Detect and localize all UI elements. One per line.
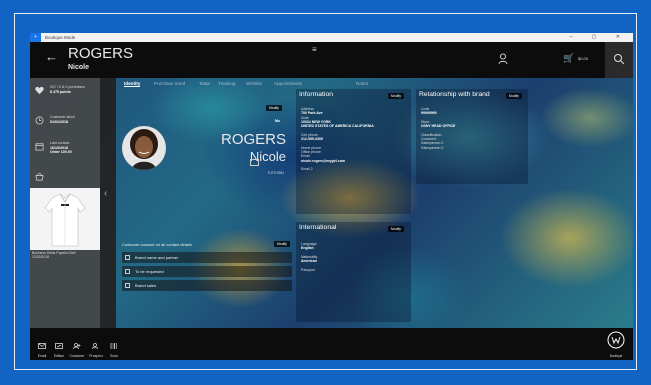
relationship-modify-button[interactable]: Modify bbox=[506, 93, 522, 99]
tab-appointments[interactable]: Appointments bbox=[274, 81, 302, 86]
tab-purchase-trend[interactable]: Purchase trend bbox=[154, 81, 185, 86]
cell-phone-value: 212-555-3355 bbox=[301, 137, 323, 142]
email-button[interactable]: Email bbox=[35, 336, 49, 358]
window-title: Boutique Mode bbox=[45, 35, 76, 40]
information-modify-button[interactable]: Modify bbox=[388, 93, 404, 99]
edition-button[interactable]: Edition bbox=[52, 336, 66, 358]
cart-amount: $0.00 bbox=[578, 56, 589, 61]
customer-summary-panel: VIC / 5 & 0 purchases $ 475 points Custom… bbox=[30, 78, 100, 328]
email-icon bbox=[38, 343, 46, 349]
international-panel: International Modify Language English Na… bbox=[296, 222, 411, 322]
language-value: English bbox=[301, 246, 314, 251]
address-line-4: UNITED STATES OF AMERICA CALIFORNIA bbox=[301, 124, 374, 129]
prospect-button[interactable]: Prospect bbox=[88, 336, 104, 358]
collapse-panel-button[interactable]: ‹ bbox=[100, 78, 116, 328]
loyalty-row: VIC / 5 & 0 purchases $ 475 points bbox=[30, 82, 100, 102]
store-value: USNY HEAD OFFICE bbox=[421, 124, 456, 129]
last-contact-row: Last contact 16/10/2018 Order 100.00 bbox=[30, 138, 100, 164]
title-badge: Ms bbox=[275, 119, 280, 123]
app-header: ← ROGERS Nicole ≡ 🛒 $0.00 bbox=[30, 42, 633, 78]
customer-id: TUTO7681 bbox=[267, 171, 284, 175]
tab-taste[interactable]: Taste bbox=[199, 81, 210, 86]
loyalty-points: $ 475 points bbox=[50, 89, 71, 94]
consent-item[interactable]: Brand sales bbox=[122, 280, 292, 291]
basket-icon bbox=[35, 173, 44, 181]
last-contact-date: 16/10/2018 bbox=[50, 145, 68, 150]
product-image[interactable] bbox=[30, 188, 100, 250]
last-contact-label: Last contact bbox=[50, 141, 70, 145]
prospect-icon bbox=[92, 343, 98, 350]
clock-icon bbox=[35, 116, 44, 125]
identity-card: Modify Ms ROGERS Nicole TUTO7681 bbox=[120, 103, 290, 213]
consent-item[interactable]: To be requested bbox=[122, 266, 292, 277]
customer-since-date: 01/01/2018 bbox=[50, 119, 68, 124]
code-value: 99999999 bbox=[421, 111, 437, 116]
identity-surname: ROGERS bbox=[220, 131, 286, 148]
brand-logo[interactable]: Boutique bbox=[605, 331, 627, 358]
consent-item[interactable]: Brand name and partner bbox=[122, 252, 292, 263]
customer-button[interactable]: Customer bbox=[69, 336, 85, 358]
chevron-left-icon: ‹ bbox=[104, 188, 108, 199]
email-value: nicole.rogers@mygirl.com bbox=[301, 158, 346, 163]
international-modify-button[interactable]: Modify bbox=[388, 226, 404, 232]
app-store-icon: + bbox=[30, 33, 41, 42]
relationship-title: Relationship with brand bbox=[419, 91, 490, 98]
last-order: Order 100.00 bbox=[50, 150, 72, 155]
header-surname: ROGERS bbox=[68, 45, 134, 62]
title-bar: + Boutique Mode – ▢ ✕ bbox=[30, 33, 633, 42]
card-icon[interactable] bbox=[250, 159, 259, 166]
main-content: VIC / 5 & 0 purchases $ 475 points Custom… bbox=[30, 78, 633, 328]
header-firstname: Nicole bbox=[68, 64, 90, 71]
information-title: Information bbox=[299, 91, 334, 98]
scan-icon bbox=[110, 343, 117, 349]
email2-label: Email 2 bbox=[301, 167, 313, 172]
window-controls[interactable]: – ▢ ✕ bbox=[570, 34, 629, 40]
identity-modify-button[interactable]: Modify bbox=[266, 105, 282, 111]
tab-identity[interactable]: Identity bbox=[124, 81, 141, 87]
tab-wishlist[interactable]: Wishlist bbox=[246, 81, 262, 86]
information-panel: Information Modify Address 700 Park Ave … bbox=[296, 89, 411, 214]
loyalty-status: VIC / 5 & 0 purchases bbox=[50, 85, 85, 89]
basket-row[interactable] bbox=[30, 168, 100, 188]
calendar-icon bbox=[35, 143, 44, 151]
menu-icon[interactable]: ≡ bbox=[312, 45, 317, 54]
back-arrow-icon[interactable]: ← bbox=[45, 49, 58, 64]
bottom-command-bar: Email Edition Customer Prospect Scan Bou… bbox=[30, 328, 633, 360]
product-date: 12/02/2018 bbox=[32, 255, 49, 260]
consent-title: Customer consent on all contact details bbox=[122, 242, 192, 247]
customer-icon bbox=[73, 343, 81, 350]
cart-icon[interactable]: 🛒 bbox=[563, 53, 574, 64]
consent-section: Customer consent on all contact details … bbox=[122, 241, 292, 296]
app-window: + Boutique Mode – ▢ ✕ ← ROGERS Nicole ≡ … bbox=[30, 33, 633, 360]
avatar bbox=[122, 126, 166, 170]
international-title: International bbox=[299, 224, 337, 231]
salesperson3-label: Salesperson 3 bbox=[421, 145, 444, 150]
consent-modify-button[interactable]: Modify bbox=[274, 241, 290, 247]
customer-since-label: Customer since bbox=[50, 115, 75, 119]
customer-since-row: Customer since 01/01/2018 bbox=[30, 112, 100, 132]
checkbox-icon bbox=[125, 255, 130, 260]
tab-tracking[interactable]: Tracking bbox=[218, 81, 235, 86]
scan-button[interactable]: Scan bbox=[107, 336, 121, 358]
relationship-panel: Relationship with brand Modify Code 9999… bbox=[416, 89, 528, 184]
nationality-value: American bbox=[301, 259, 317, 264]
search-button[interactable] bbox=[605, 42, 633, 78]
user-icon[interactable] bbox=[498, 52, 508, 65]
brand-label: Boutique bbox=[609, 354, 623, 358]
tab-notes[interactable]: Notes bbox=[356, 81, 368, 86]
edit-icon bbox=[55, 343, 63, 349]
checkbox-icon bbox=[125, 269, 130, 274]
search-icon bbox=[614, 54, 625, 65]
checkbox-icon bbox=[125, 283, 130, 288]
brand-logo-icon bbox=[607, 331, 625, 349]
passport-label: Passport bbox=[301, 267, 315, 272]
heart-icon bbox=[35, 86, 44, 95]
